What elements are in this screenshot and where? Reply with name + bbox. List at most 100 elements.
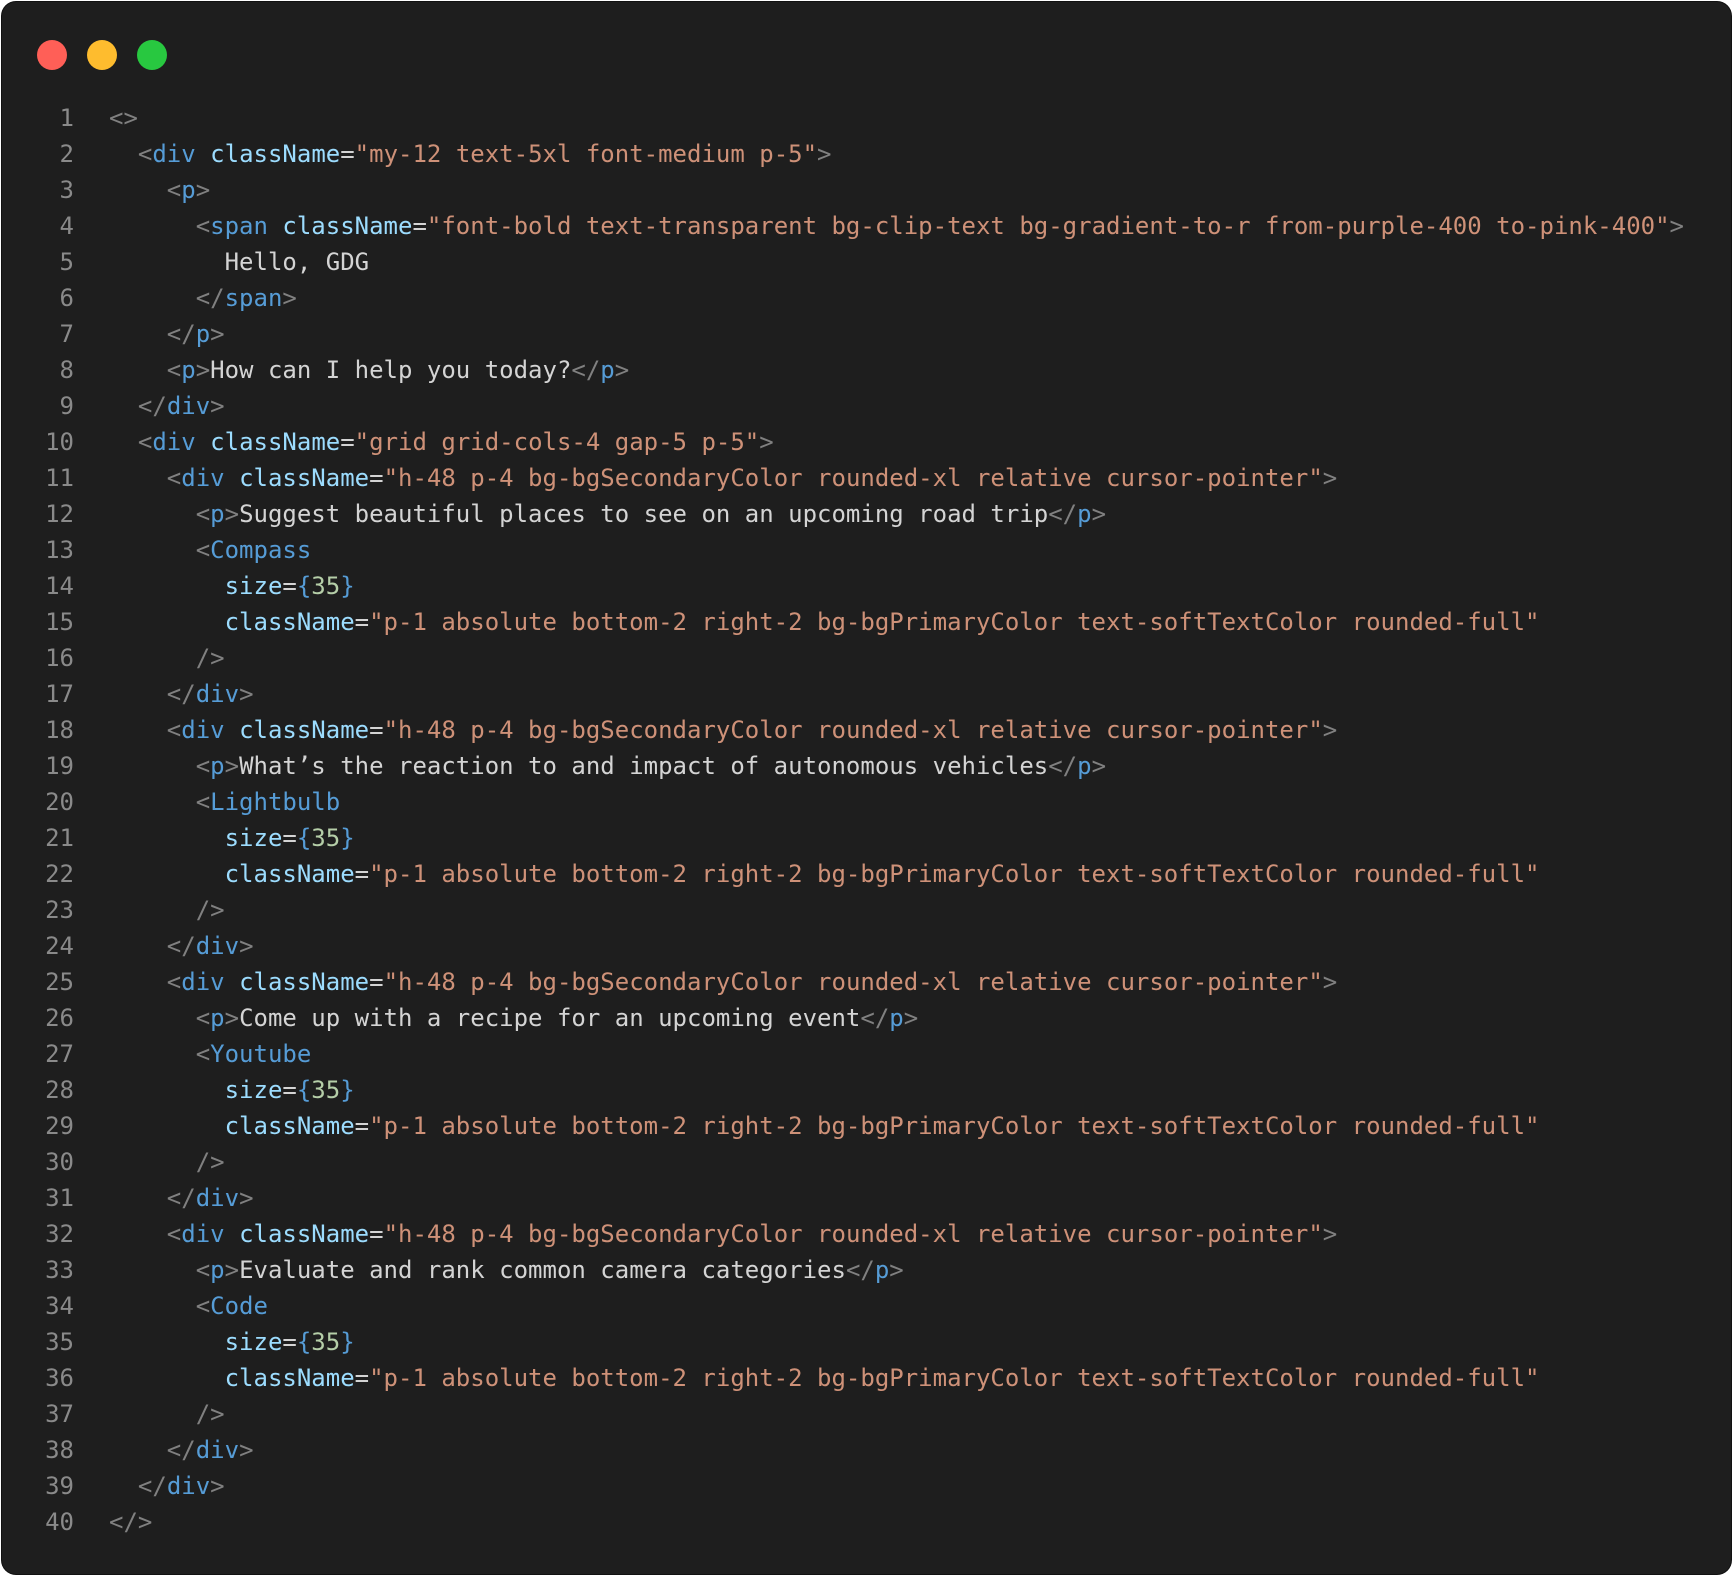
code-line: 33 <p>Evaluate and rank common camera ca…: [2, 1252, 1731, 1288]
line-number: 19: [45, 752, 74, 780]
code-token: >: [224, 500, 240, 528]
code-token: className: [239, 716, 370, 744]
line-source: />: [74, 1396, 225, 1432]
code-token: <: [166, 176, 182, 204]
code-token: p: [210, 1004, 225, 1032]
line-source: <Code: [74, 1288, 268, 1324]
code-token: >: [195, 356, 211, 384]
code-token: =: [354, 1112, 370, 1140]
code-line: 12 <p>Suggest beautiful places to see on…: [2, 496, 1731, 532]
line-number: 26: [45, 1004, 74, 1032]
code-token: >: [889, 1256, 904, 1284]
code-token: div: [195, 1436, 240, 1464]
code-line: 34 <Code: [2, 1288, 1731, 1324]
line-source: Hello, GDG: [74, 244, 370, 280]
code-token: span: [224, 284, 283, 312]
code-token: <: [195, 500, 211, 528]
line-source: <div className="h-48 p-4 bg-bgSecondaryC…: [74, 1216, 1337, 1252]
code-line: 3 <p>: [2, 172, 1731, 208]
line-source: <p>: [74, 172, 210, 208]
code-token: <: [166, 968, 182, 996]
line-number: 4: [59, 212, 74, 240]
code-token: div: [195, 680, 240, 708]
code-line: 7 </p>: [2, 316, 1731, 352]
line-number: 24: [45, 932, 74, 960]
code-token: className: [282, 212, 413, 240]
code-token: </: [845, 1256, 875, 1284]
code-token: div: [195, 932, 240, 960]
code-token: >: [210, 320, 225, 348]
code-token: </: [166, 320, 196, 348]
window-controls: [37, 40, 167, 70]
code-line: 40 </>: [2, 1504, 1731, 1540]
code-token: 35: [311, 1076, 341, 1104]
code-token: <: [195, 1004, 211, 1032]
maximize-button[interactable]: [137, 40, 167, 70]
code-line: 25 <div className="h-48 p-4 bg-bgSeconda…: [2, 964, 1731, 1000]
line-number: 6: [59, 284, 74, 312]
code-token: >: [1091, 500, 1107, 528]
code-line: 20 <Lightbulb: [2, 784, 1731, 820]
code-token: div: [181, 1220, 225, 1248]
code-token: </: [1048, 500, 1078, 528]
line-source: </span>: [74, 280, 297, 316]
code-token: "p-1 absolute bottom-2 right-2 bg-bgPrim…: [369, 860, 1540, 888]
code-token: div: [181, 968, 225, 996]
code-token: </: [166, 1184, 196, 1212]
code-token: {: [296, 572, 312, 600]
code-token: p: [181, 356, 196, 384]
line-number: 25: [45, 968, 74, 996]
code-token: =: [369, 968, 384, 996]
code-line: 6 </span>: [2, 280, 1731, 316]
code-line: 35 size={35}: [2, 1324, 1731, 1360]
code-line: 8 <p>How can I help you today?</p>: [2, 352, 1731, 388]
code-token: <>: [109, 104, 138, 132]
line-number: 33: [45, 1256, 74, 1284]
code-token: div: [152, 428, 196, 456]
code-token: p: [1077, 752, 1092, 780]
code-token: Compass: [210, 536, 312, 564]
code-line: 16 />: [2, 640, 1731, 676]
code-token: "font-bold text-transparent bg-clip-text…: [426, 212, 1670, 240]
line-source: size={35}: [74, 820, 355, 856]
code-token: =: [369, 716, 384, 744]
code-line: 30 />: [2, 1144, 1731, 1180]
minimize-button[interactable]: [87, 40, 117, 70]
line-source: <div className="h-48 p-4 bg-bgSecondaryC…: [74, 712, 1337, 748]
code-token: <: [137, 140, 153, 168]
code-token: "p-1 absolute bottom-2 right-2 bg-bgPrim…: [369, 608, 1540, 636]
code-token: =: [282, 572, 297, 600]
code-token: </>: [109, 1508, 153, 1536]
line-source: </div>: [74, 1432, 254, 1468]
code-token: Evaluate and rank common camera categori…: [239, 1256, 846, 1284]
close-button[interactable]: [37, 40, 67, 70]
code-line: 1 <>: [2, 100, 1731, 136]
code-editor[interactable]: 1 <> 2 <div className="my-12 text-5xl font…: [2, 100, 1731, 1540]
code-token: =: [282, 1076, 297, 1104]
code-token: =: [340, 428, 355, 456]
code-token: "h-48 p-4 bg-bgSecondaryColor rounded-xl…: [383, 716, 1323, 744]
code-token: 35: [311, 572, 341, 600]
line-source: <Lightbulb: [74, 784, 341, 820]
code-token: size: [224, 1076, 283, 1104]
code-token: 35: [311, 1328, 341, 1356]
line-number: 32: [45, 1220, 74, 1248]
code-line: 18 <div className="h-48 p-4 bg-bgSeconda…: [2, 712, 1731, 748]
code-token: />: [195, 1400, 225, 1428]
code-token: {: [296, 1328, 312, 1356]
line-number: 31: [45, 1184, 74, 1212]
code-line: 10 <div className="grid grid-cols-4 gap-…: [2, 424, 1731, 460]
code-token: What’s the reaction to and impact of aut…: [239, 752, 1049, 780]
